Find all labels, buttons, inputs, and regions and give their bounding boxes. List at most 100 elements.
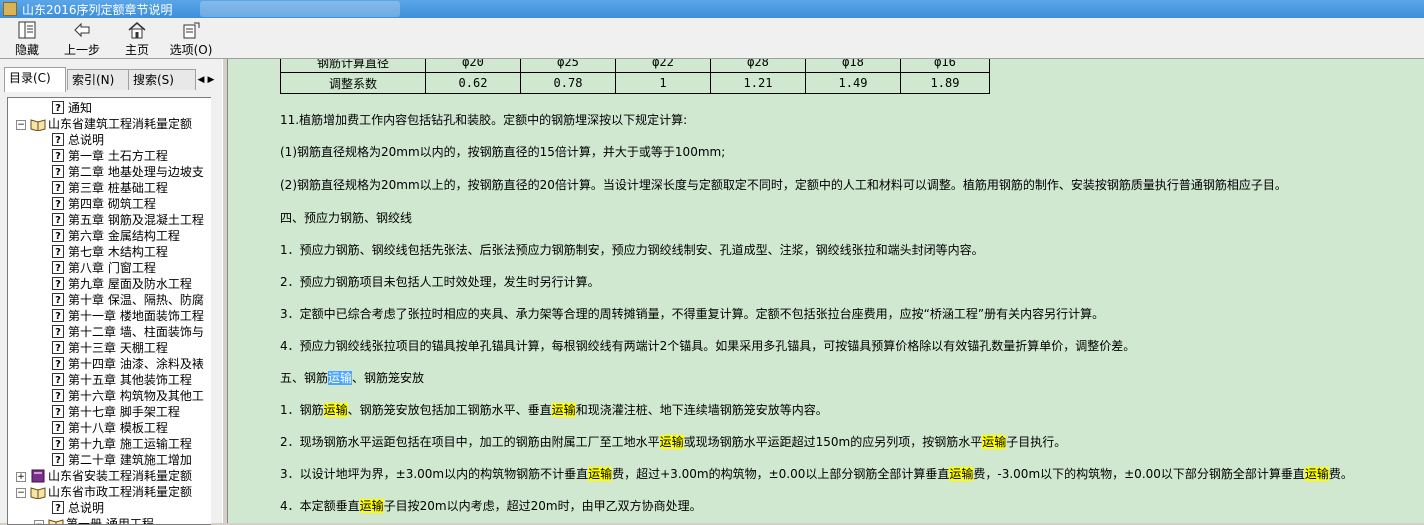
background-tab[interactable]	[200, 1, 400, 17]
expand-toggle-icon[interactable]: +	[16, 472, 26, 482]
help-page-icon: ?	[52, 453, 64, 466]
tree-item[interactable]: ? 第五章 钢筋及混凝土工程	[8, 212, 208, 228]
help-page-icon: ?	[52, 341, 64, 354]
tree-item[interactable]: ? 第七章 木结构工程	[8, 244, 208, 260]
tab-search[interactable]: 搜索(S)	[128, 69, 196, 90]
paragraph-text: 11.植筋增加费工作内容包括钻孔和装胶。定额中的钢筋埋深按以下规定计算:	[280, 113, 688, 127]
paragraph: 1．钢筋运输、钢筋笼安放包括加工钢筋水平、垂直运输和现浇灌注桩、地下连续墙钢筋笼…	[280, 401, 828, 418]
tree-item[interactable]: ? 第八章 门窗工程	[8, 260, 208, 276]
tree-item-label: 通知	[68, 101, 93, 115]
tree-item[interactable]: ? 第二章 地基处理与边坡支	[8, 164, 208, 180]
tree-item[interactable]: ? 第十八章 模板工程	[8, 420, 208, 436]
home-button[interactable]: 主页	[120, 20, 154, 57]
search-highlight: 运输	[1304, 467, 1329, 481]
tab-contents[interactable]: 目录(C)	[4, 67, 66, 92]
help-page-icon: ?	[52, 245, 64, 258]
tree-item[interactable]: ? 第一章 土石方工程	[8, 148, 208, 164]
tree-item-label: 第十五章 其他装饰工程	[68, 373, 192, 387]
tree-item[interactable]: − 山东省建筑工程消耗量定额	[8, 116, 208, 132]
tree-item[interactable]: ? 第九章 屋面及防水工程	[8, 276, 208, 292]
tree-item-label: 第十九章 施工运输工程	[68, 437, 192, 451]
paragraph: 2．现场钢筋水平运距包括在项目中，加工的钢筋由附属工厂至工地水平运输或现场钢筋水…	[280, 433, 1066, 450]
help-page-icon: ?	[52, 405, 64, 418]
search-highlight: 运输	[982, 435, 1007, 449]
options-button[interactable]: 选项(O)	[168, 20, 214, 57]
expand-toggle-icon[interactable]: −	[16, 488, 26, 498]
tree-item-label: 第十六章 构筑物及其他工	[68, 389, 204, 403]
help-page-icon: ?	[52, 165, 64, 178]
paragraph-text: 费。	[1328, 467, 1353, 481]
table-cell: φ20	[425, 59, 521, 73]
tree-item[interactable]: ? 总说明	[8, 132, 208, 148]
paragraph-text: 费，-3.00m以下的构筑物，±0.00以下部分钢筋全部计算垂直	[973, 467, 1305, 481]
tree-item[interactable]: − 第一册 通用工程	[8, 516, 208, 524]
tab-scroll-left-icon[interactable]: ◀	[196, 72, 206, 88]
tree-item-label: 第十三章 天棚工程	[68, 341, 168, 355]
help-page-icon: ?	[52, 149, 64, 162]
table-cell: φ28	[710, 59, 806, 73]
tab-index[interactable]: 索引(N)	[67, 69, 131, 90]
paragraph: 1．预应力钢筋、钢绞线包括先张法、后张法预应力钢筋制安，预应力钢绞线制安、孔道成…	[280, 241, 984, 258]
help-page-icon: ?	[52, 261, 64, 274]
paragraph-text: 3．以设计地坪为界，±3.00m以内的构筑物钢筋不计垂直	[280, 467, 589, 481]
tree-item-label: 第七章 木结构工程	[68, 245, 168, 259]
tree-item[interactable]: ? 第十三章 天棚工程	[8, 340, 208, 356]
paragraph-text: 或现场钢筋水平运距超过150m的应另列项，按钢筋水平	[683, 435, 983, 449]
help-page-icon: ?	[52, 309, 64, 322]
paragraph: (1)钢筋直径规格为20mm以内的，按钢筋直径的15倍计算，并大于或等于100m…	[280, 143, 725, 160]
table-cell: φ16	[900, 59, 990, 73]
expand-toggle-icon[interactable]: −	[16, 120, 26, 130]
paragraph-text: 、钢筋笼安放包括加工钢筋水平、垂直	[347, 403, 552, 417]
hide-label: 隐藏	[14, 43, 39, 57]
tree-list: ? 通知 − 山东省建筑工程消耗量定额? 总说明? 第一章 土石方工程? 第二章 地基处理与…	[8, 100, 208, 524]
window-title: 山东2016序列定额章节说明	[22, 3, 173, 17]
book-open-icon	[30, 119, 46, 131]
tree-item-label: 总说明	[68, 133, 105, 147]
tree-item[interactable]: + 山东省安装工程消耗量定额	[8, 468, 208, 484]
tree-item-label: 第十七章 脚手架工程	[68, 405, 180, 419]
help-page-icon: ?	[52, 101, 64, 114]
tree-item[interactable]: ? 第十章 保温、隔热、防腐	[8, 292, 208, 308]
tree-item[interactable]: ? 第六章 金属结构工程	[8, 228, 208, 244]
tree-item-label: 第二章 地基处理与边坡支	[68, 165, 204, 179]
help-page-icon: ?	[52, 293, 64, 306]
paragraph-text: 4．本定额垂直	[280, 499, 360, 513]
tree-item[interactable]: ? 第十九章 施工运输工程	[8, 436, 208, 452]
tree-item-label: 第九章 屋面及防水工程	[68, 277, 192, 291]
help-page-icon: ?	[52, 277, 64, 290]
tree-item[interactable]: − 山东省市政工程消耗量定额	[8, 484, 208, 500]
tree-item-label: 第十二章 墙、柱面装饰与	[68, 325, 204, 339]
search-highlight: 运输	[949, 467, 974, 481]
table-cell: 1	[615, 72, 711, 94]
hide-button[interactable]: 隐藏	[10, 20, 44, 57]
tree-item[interactable]: ? 第十七章 脚手架工程	[8, 404, 208, 420]
contents-tree[interactable]: ? 通知 − 山东省建筑工程消耗量定额? 总说明? 第一章 土石方工程? 第二章 地基处理与…	[7, 97, 211, 525]
help-page-icon: ?	[52, 389, 64, 402]
tree-item[interactable]: ? 第十四章 油漆、涂料及裱	[8, 356, 208, 372]
tree-item[interactable]: ? 第二十章 建筑施工增加	[8, 452, 208, 468]
table-cell: 1.49	[805, 72, 901, 94]
tree-item[interactable]: ? 第十一章 楼地面装饰工程	[8, 308, 208, 324]
help-page-icon: ?	[52, 181, 64, 194]
tree-item[interactable]: ? 第四章 砌筑工程	[8, 196, 208, 212]
tree-item[interactable]: ? 总说明	[8, 500, 208, 516]
tab-scroll-right-icon[interactable]: ▶	[206, 72, 216, 88]
toolbar: 隐藏 上一步 主页 选项(O)	[0, 18, 1424, 59]
search-highlight: 运输	[551, 403, 576, 417]
hide-icon	[18, 21, 36, 39]
back-button[interactable]: 上一步	[60, 20, 104, 57]
tree-item[interactable]: ? 第十六章 构筑物及其他工	[8, 388, 208, 404]
tree-item[interactable]: ? 第十二章 墙、柱面装饰与	[8, 324, 208, 340]
tree-item[interactable]: ? 第十五章 其他装饰工程	[8, 372, 208, 388]
title-bar: 山东2016序列定额章节说明	[0, 0, 1424, 18]
paragraph: 五、钢筋运输、钢筋笼安放	[280, 369, 424, 386]
tree-item-label: 第六章 金属结构工程	[68, 229, 180, 243]
adjustment-table: 钢筋计算直径 φ20 φ25 φ22 φ28 φ18 φ16 调整系数 0.62…	[280, 59, 990, 94]
help-page-icon: ?	[52, 229, 64, 242]
table-cell: 调整系数	[280, 72, 426, 94]
tree-item[interactable]: ? 第三章 桩基础工程	[8, 180, 208, 196]
tree-item-label: 第四章 砌筑工程	[68, 197, 156, 211]
paragraph-text: 费，超过+3.00m的构筑物，±0.00以上部分钢筋全部计算垂直	[612, 467, 950, 481]
paragraph-text: 五、钢筋	[280, 371, 329, 385]
tree-item[interactable]: ? 通知	[8, 100, 208, 116]
